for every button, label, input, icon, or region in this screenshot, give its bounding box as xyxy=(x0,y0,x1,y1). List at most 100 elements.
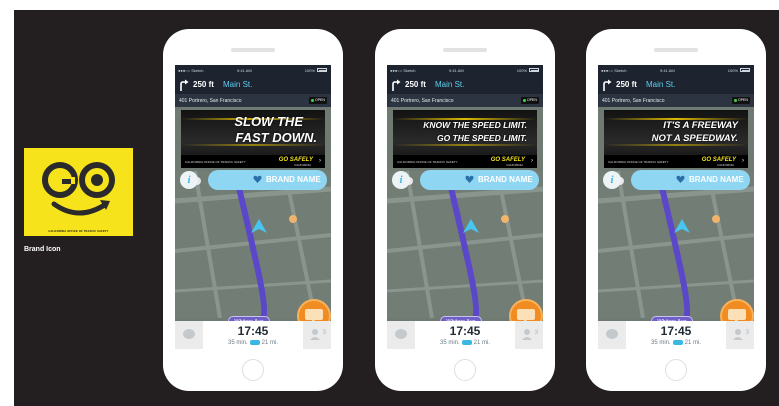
battery-label: 100% xyxy=(516,68,527,73)
heart-icon xyxy=(676,175,685,183)
heart-icon xyxy=(253,175,262,183)
status-bar: ●●●○○ Sketch 9:41 AM 100% xyxy=(387,65,543,75)
brand-name-button[interactable]: BRAND NAME xyxy=(208,170,327,190)
go-logo xyxy=(42,162,115,216)
ad-org-text: CALIFORNIA OFFICE OF TRAFFIC SAFETY xyxy=(608,160,669,164)
battery-icon xyxy=(317,68,327,72)
ad-headline-line-1: IT'S A FREEWAY xyxy=(663,120,738,131)
turn-right-icon xyxy=(392,79,401,91)
map-roads xyxy=(598,170,754,320)
chevron-right-icon[interactable]: › xyxy=(319,158,321,164)
navigation-bar[interactable]: 250 ft Main St. xyxy=(598,75,754,94)
ad-banner[interactable]: KNOW THE SPEED LIMIT. GO THE SPEED LIMIT… xyxy=(393,110,537,168)
person-icon xyxy=(310,329,320,340)
home-button[interactable] xyxy=(665,359,687,381)
ad-footer: CALIFORNIA OFFICE OF TRAFFIC SAFETY GO S… xyxy=(393,155,537,168)
brand-name-label: BRAND NAME xyxy=(266,175,321,184)
map-view[interactable] xyxy=(387,170,543,320)
brand-org-text: CALIFORNIA OFFICE OF TRAFFIC SAFETY xyxy=(48,230,109,233)
status-bar: ●●●○○ Sketch 9:41 AM 100% xyxy=(598,65,754,75)
ad-headline-line-1: KNOW THE SPEED LIMIT. xyxy=(423,120,527,130)
home-button[interactable] xyxy=(242,359,264,381)
map-view[interactable] xyxy=(598,170,754,320)
users-count: 3 xyxy=(745,330,749,336)
next-street: Main St. xyxy=(435,80,465,89)
battery-label: 100% xyxy=(727,68,738,73)
brand-icon-caption: Brand Icon xyxy=(24,246,61,253)
info-button[interactable]: i xyxy=(603,171,621,189)
address-bar[interactable]: 401 Portrero, San Francisco OPEN xyxy=(598,94,754,107)
ad-footer: CALIFORNIA OFFICE OF TRAFFIC SAFETY GO S… xyxy=(604,155,748,168)
users-button[interactable]: 3 xyxy=(515,321,543,349)
brand-name-button[interactable]: BRAND NAME xyxy=(631,170,750,190)
address-text: 401 Portrero, San Francisco xyxy=(179,98,242,104)
carrier-label: ●●●○○ Sketch xyxy=(178,68,204,73)
clock-label: 9:41 AM xyxy=(660,68,675,73)
users-button[interactable]: 3 xyxy=(303,321,331,349)
phone-mockup-2: ●●●○○ Sketch 9:41 AM 100% 250 ft Main St… xyxy=(375,29,555,391)
battery-icon xyxy=(740,68,750,72)
trip-distance: 21 mi. xyxy=(261,340,279,347)
brand-name-button[interactable]: BRAND NAME xyxy=(420,170,539,190)
ad-org-text: CALIFORNIA OFFICE OF TRAFFIC SAFETY xyxy=(185,160,246,164)
address-text: 401 Portrero, San Francisco xyxy=(391,98,454,104)
open-status-badge: OPEN xyxy=(309,97,327,104)
trip-duration: 35 min. xyxy=(650,340,671,347)
chevron-right-icon[interactable]: › xyxy=(531,158,533,164)
info-button[interactable]: i xyxy=(392,171,410,189)
map-roads xyxy=(175,170,331,320)
brand-icon: CALIFORNIA OFFICE OF TRAFFIC SAFETY xyxy=(24,148,133,236)
battery-icon xyxy=(529,68,539,72)
ad-headline-line-2: GO THE SPEED LIMIT. xyxy=(436,133,527,143)
wazer-icon xyxy=(712,215,720,223)
trip-bar: 17:45 35 min. 21 mi. 3 xyxy=(598,321,754,349)
home-button[interactable] xyxy=(454,359,476,381)
open-status-badge: OPEN xyxy=(732,97,750,104)
trip-bar: 17:45 35 min. 21 mi. 3 xyxy=(387,321,543,349)
turn-right-icon xyxy=(180,79,189,91)
map-roads xyxy=(387,170,543,320)
wazer-icon xyxy=(501,215,509,223)
california-text: CALIFORNIA xyxy=(506,163,523,167)
ad-banner[interactable]: SLOW THE FAST DOWN. CALIFORNIA OFFICE OF… xyxy=(181,110,325,168)
address-bar[interactable]: 401 Portrero, San Francisco OPEN xyxy=(175,94,331,107)
navigation-bar[interactable]: 250 ft Main St. xyxy=(387,75,543,94)
open-status-badge: OPEN xyxy=(521,97,539,104)
status-bar: ●●●○○ Sketch 9:41 AM 100% xyxy=(175,65,331,75)
clock-label: 9:41 AM xyxy=(237,68,252,73)
navigation-bar[interactable]: 250 ft Main St. xyxy=(175,75,331,94)
turn-distance: 250 ft xyxy=(616,80,637,89)
info-button[interactable]: i xyxy=(180,171,198,189)
phone-speaker xyxy=(654,48,698,52)
phone-speaker xyxy=(443,48,487,52)
heart-icon xyxy=(465,175,474,183)
turn-distance: 250 ft xyxy=(193,80,214,89)
ad-headline-line-2: NOT A SPEEDWAY. xyxy=(651,133,738,144)
turn-distance: 250 ft xyxy=(405,80,426,89)
trip-duration: 35 min. xyxy=(227,340,248,347)
california-text: CALIFORNIA xyxy=(717,163,734,167)
map-view[interactable] xyxy=(175,170,331,320)
phone-screen: ●●●○○ Sketch 9:41 AM 100% 250 ft Main St… xyxy=(598,65,754,349)
brand-name-label: BRAND NAME xyxy=(478,175,533,184)
person-icon xyxy=(733,329,743,340)
trip-duration: 35 min. xyxy=(439,340,460,347)
car-icon xyxy=(461,340,472,345)
ad-footer: CALIFORNIA OFFICE OF TRAFFIC SAFETY GO S… xyxy=(181,155,325,168)
california-text: CALIFORNIA xyxy=(294,163,311,167)
carrier-label: ●●●○○ Sketch xyxy=(390,68,416,73)
turn-right-icon xyxy=(603,79,612,91)
carrier-label: ●●●○○ Sketch xyxy=(601,68,627,73)
chevron-right-icon[interactable]: › xyxy=(742,158,744,164)
phone-mockup-3: ●●●○○ Sketch 9:41 AM 100% 250 ft Main St… xyxy=(586,29,766,391)
trip-bar: 17:45 35 min. 21 mi. 3 xyxy=(175,321,331,349)
ad-banner[interactable]: IT'S A FREEWAY NOT A SPEEDWAY. CALIFORNI… xyxy=(604,110,748,168)
ad-headline-line-1: SLOW THE xyxy=(234,114,303,129)
next-street: Main St. xyxy=(646,80,676,89)
trip-distance: 21 mi. xyxy=(473,340,491,347)
users-button[interactable]: 3 xyxy=(726,321,754,349)
address-bar[interactable]: 401 Portrero, San Francisco OPEN xyxy=(387,94,543,107)
car-icon xyxy=(672,340,683,345)
users-count: 3 xyxy=(322,330,326,336)
wazer-icon xyxy=(289,215,297,223)
